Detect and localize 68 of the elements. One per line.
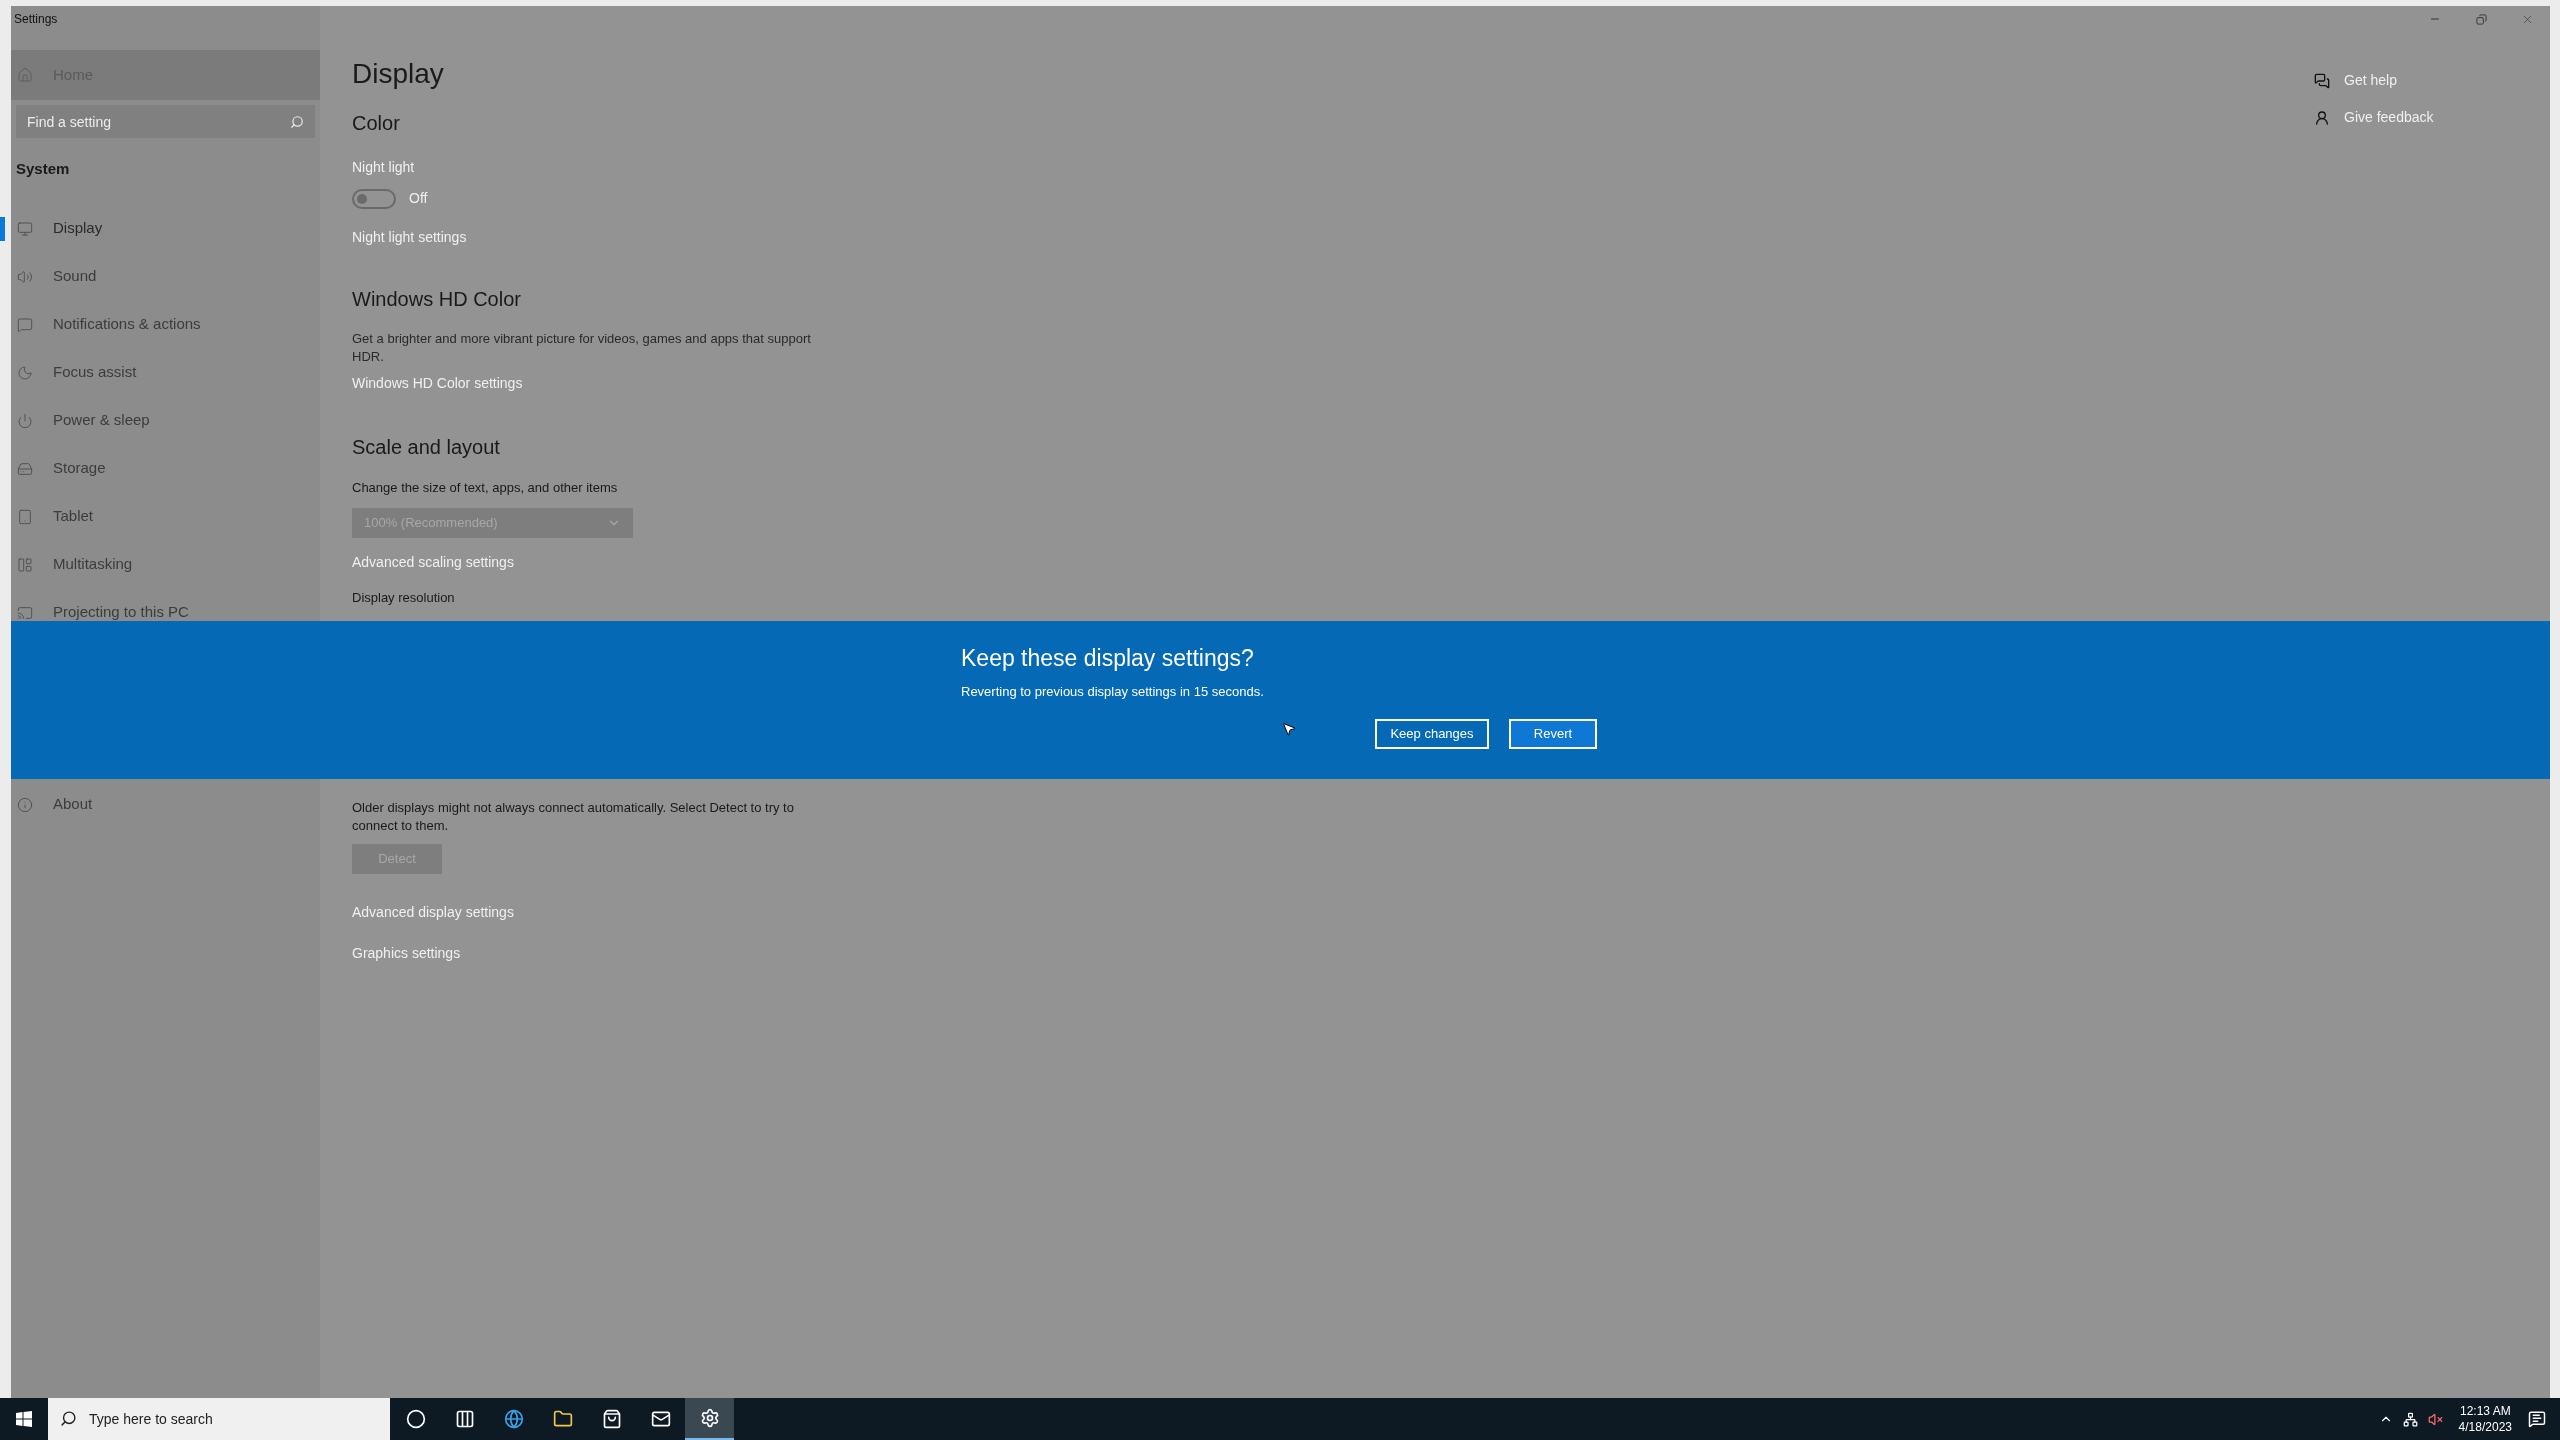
task-view-icon bbox=[454, 1409, 475, 1429]
sidebar-item[interactable]: Focus assist bbox=[0, 360, 320, 385]
sidebar-item[interactable]: Display bbox=[0, 216, 320, 241]
power-icon bbox=[17, 412, 33, 429]
field-label: Display resolution bbox=[352, 588, 456, 607]
globe-icon bbox=[503, 1409, 524, 1429]
section-heading: System bbox=[15, 159, 71, 179]
night-light-link[interactable]: Night light settings bbox=[352, 227, 852, 248]
revert-button[interactable]: Revert bbox=[1509, 719, 1597, 749]
notification-icon bbox=[2528, 1410, 2546, 1428]
banner-message: Reverting to previous display settings in 15 seconds. bbox=[961, 682, 1265, 701]
section-heading: Windows HD Color bbox=[352, 287, 522, 312]
gear-icon bbox=[699, 1408, 720, 1428]
help-icon bbox=[2314, 72, 2330, 89]
hd-color-link[interactable]: Windows HD Color settings bbox=[352, 373, 852, 394]
moon-icon bbox=[17, 364, 33, 381]
sidebar-item[interactable]: Storage bbox=[0, 456, 320, 481]
search-field[interactable]: Find a setting bbox=[16, 105, 315, 138]
sidebar-item[interactable]: Power & sleep bbox=[0, 408, 320, 433]
sidebar-item[interactable]: Multitasking bbox=[0, 552, 320, 577]
related-link[interactable]: Give feedback bbox=[2344, 107, 2434, 128]
clock-time: 12:13 AM bbox=[2459, 1403, 2511, 1419]
message-icon bbox=[17, 316, 33, 333]
shopping-bag-icon bbox=[601, 1409, 622, 1429]
search-icon bbox=[60, 1410, 77, 1427]
tablet-icon bbox=[17, 508, 33, 525]
windows-logo-icon bbox=[16, 1411, 32, 1427]
mouse-cursor-icon bbox=[1281, 721, 1297, 737]
toggle-state: Off bbox=[409, 189, 428, 208]
description-text: Older displays might not always connect automatically. Select Detect to try to connect to them. bbox=[352, 799, 795, 835]
search-icon bbox=[290, 115, 304, 129]
volume-muted-icon bbox=[2427, 1411, 2443, 1427]
taskbar-search-field[interactable]: Type here to search bbox=[48, 1398, 390, 1440]
sidebar-item[interactable]: Notifications & actions bbox=[0, 312, 320, 337]
info-icon bbox=[17, 796, 33, 813]
sidebar-item[interactable]: Sound bbox=[0, 264, 320, 289]
sidebar-item[interactable]: Tablet bbox=[0, 504, 320, 529]
page-title: Display bbox=[352, 57, 445, 91]
person-icon bbox=[2314, 109, 2330, 126]
monitor-icon bbox=[17, 220, 33, 237]
mail-icon bbox=[650, 1409, 671, 1429]
description-text: Get a brighter and more vibrant picture for videos, games and apps that support HDR. bbox=[352, 330, 812, 366]
drive-icon bbox=[17, 460, 33, 477]
toggle-label: Night light bbox=[352, 158, 416, 177]
layout-icon bbox=[17, 556, 33, 573]
banner-title: Keep these display settings? bbox=[961, 644, 1255, 673]
selection-indicator bbox=[0, 216, 5, 241]
field-label: Change the size of text, apps, and other items bbox=[352, 479, 619, 497]
home-icon bbox=[17, 67, 33, 83]
folder-icon bbox=[552, 1409, 573, 1429]
settings-link[interactable]: Advanced display settings bbox=[352, 902, 852, 923]
network-icon bbox=[2402, 1411, 2418, 1427]
sidebar-item[interactable]: Projecting to this PC bbox=[0, 600, 320, 625]
restore-icon bbox=[2475, 13, 2487, 25]
clock-date: 4/18/2023 bbox=[2458, 1419, 2512, 1435]
keep-changes-button[interactable]: Keep changes bbox=[1375, 719, 1489, 749]
section-heading: Color bbox=[352, 111, 401, 136]
taskbar-app-button[interactable] bbox=[685, 1398, 734, 1440]
sidebar-item[interactable]: About bbox=[0, 792, 320, 817]
settings-link[interactable]: Graphics settings bbox=[352, 943, 852, 964]
section-heading: Scale and layout bbox=[352, 435, 501, 460]
circle-icon bbox=[405, 1409, 426, 1429]
related-link[interactable]: Get help bbox=[2344, 70, 2397, 91]
speaker-icon bbox=[17, 268, 33, 285]
toggle-switch[interactable] bbox=[352, 188, 396, 209]
window-title: Settings bbox=[13, 11, 59, 28]
cast-icon bbox=[17, 604, 33, 621]
advanced-scaling-link[interactable]: Advanced scaling settings bbox=[352, 551, 852, 573]
